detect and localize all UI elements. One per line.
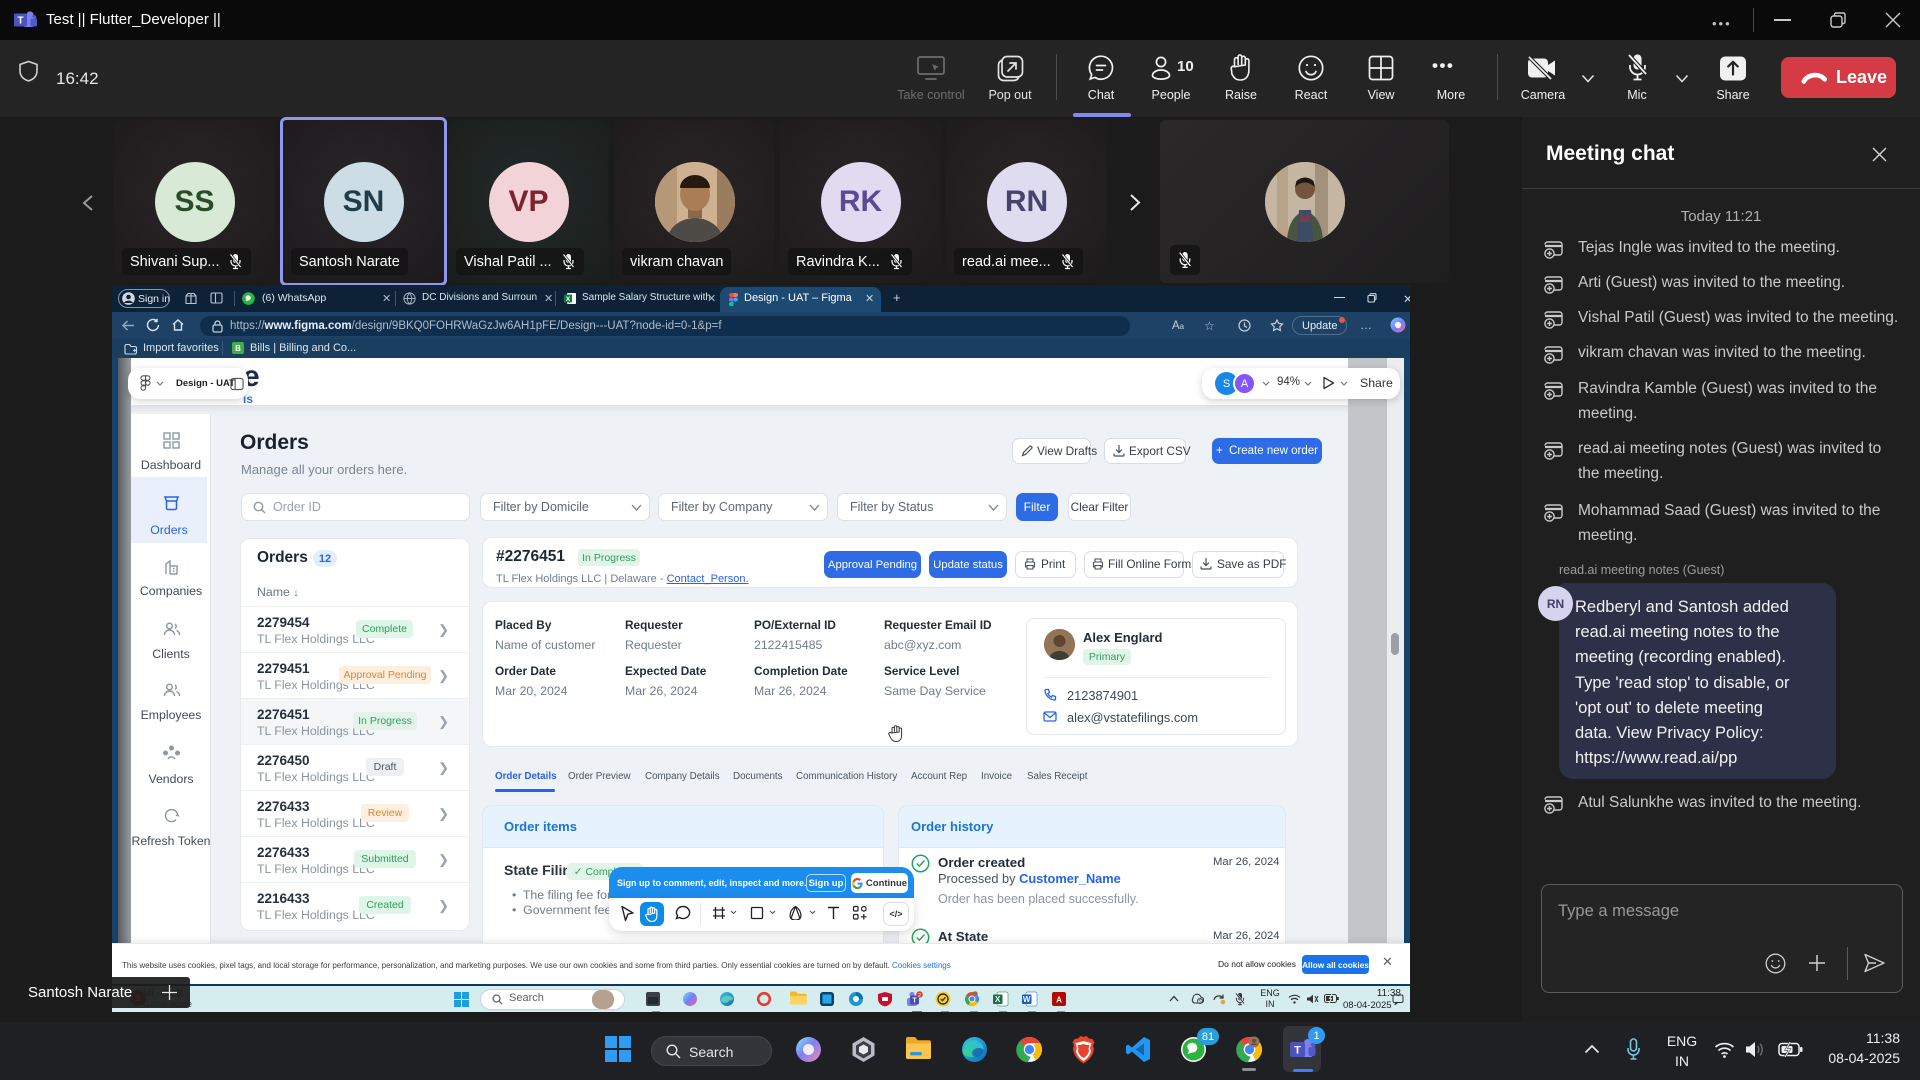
- svg-text:T: T: [912, 998, 917, 1005]
- svg-text:A: A: [1056, 996, 1062, 1005]
- svg-text:2: 2: [918, 993, 921, 999]
- svg-text:X: X: [566, 296, 571, 303]
- svg-text:T: T: [17, 16, 23, 27]
- svg-text:W: W: [1023, 995, 1031, 1004]
- svg-text:X: X: [995, 995, 1001, 1004]
- svg-text:T: T: [1294, 1045, 1301, 1057]
- svg-text:B: B: [235, 344, 241, 353]
